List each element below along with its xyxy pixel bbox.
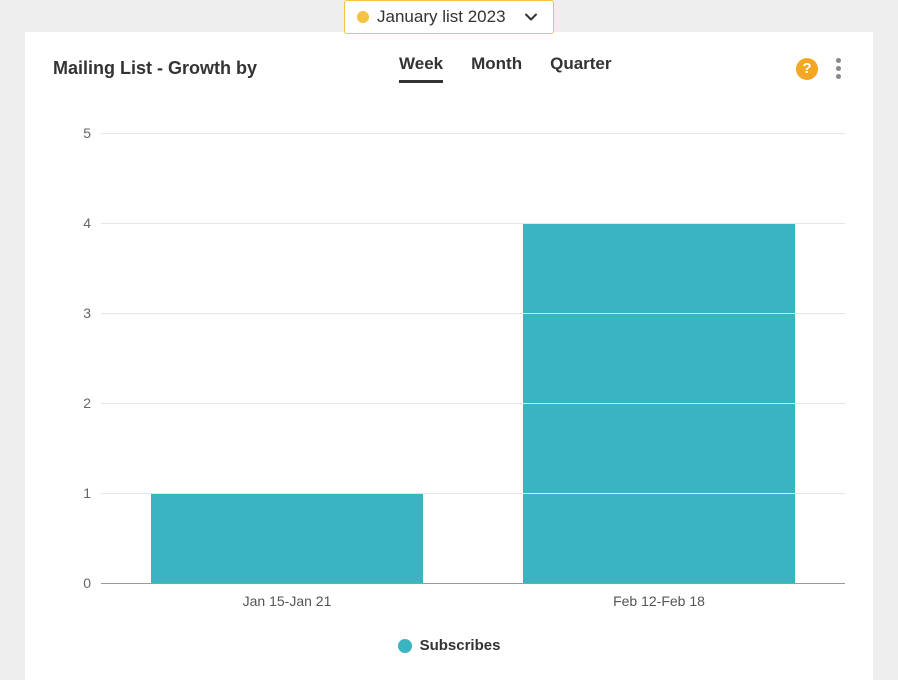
chevron-down-icon — [523, 9, 539, 25]
gridline — [101, 493, 845, 494]
chart-plot — [101, 133, 845, 583]
gridline — [101, 403, 845, 404]
list-selector-dropdown[interactable]: January list 2023 — [344, 0, 554, 34]
bar-slot — [473, 133, 845, 583]
help-icon[interactable]: ? — [796, 58, 818, 80]
time-range-tabs: Week Month Quarter — [399, 54, 612, 83]
dropdown-selected-label: January list 2023 — [377, 7, 515, 27]
y-tick-label: 3 — [83, 305, 91, 321]
x-tick-label: Feb 12-Feb 18 — [473, 593, 845, 609]
y-tick-label: 4 — [83, 215, 91, 231]
card-title: Mailing List - Growth by — [53, 58, 257, 79]
tab-week[interactable]: Week — [399, 54, 443, 83]
x-tick-label: Jan 15-Jan 21 — [101, 593, 473, 609]
y-axis: 012345 — [53, 133, 101, 583]
chart-area: 012345 — [53, 133, 845, 583]
gridline — [101, 133, 845, 134]
gridline — [101, 223, 845, 224]
chart-bars — [101, 133, 845, 583]
bar[interactable] — [151, 493, 423, 583]
chart-legend: Subscribes — [53, 637, 845, 654]
legend-swatch-icon — [398, 639, 412, 653]
tab-quarter[interactable]: Quarter — [550, 54, 611, 83]
y-tick-label: 0 — [83, 575, 91, 591]
status-dot-icon — [357, 11, 369, 23]
gridline — [101, 583, 845, 584]
card-header: Mailing List - Growth by Week Month Quarte… — [53, 54, 845, 83]
y-tick-label: 5 — [83, 125, 91, 141]
bar-slot — [101, 133, 473, 583]
kebab-menu-icon[interactable] — [832, 54, 845, 83]
gridline — [101, 313, 845, 314]
y-tick-label: 2 — [83, 395, 91, 411]
legend-label: Subscribes — [420, 637, 501, 654]
tab-month[interactable]: Month — [471, 54, 522, 83]
card-header-icons: ? — [796, 54, 845, 83]
x-axis: Jan 15-Jan 21Feb 12-Feb 18 — [101, 593, 845, 609]
y-tick-label: 1 — [83, 485, 91, 501]
growth-card: Mailing List - Growth by Week Month Quarte… — [25, 32, 873, 680]
